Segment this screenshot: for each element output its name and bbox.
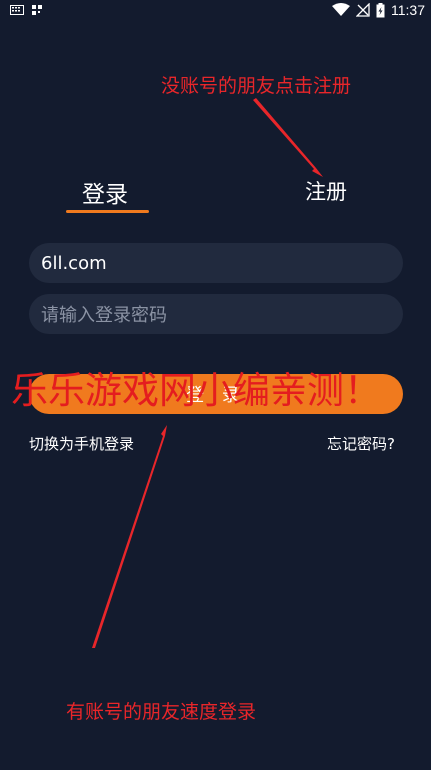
password-input[interactable]: 请输入登录密码 (29, 294, 403, 334)
annotation-register-hint: 没账号的朋友点击注册 (161, 75, 352, 97)
status-time: 11:37 (391, 2, 425, 18)
keyboard-icon (10, 5, 24, 15)
tab-register[interactable]: 注册 (305, 176, 347, 206)
forgot-password-link[interactable]: 忘记密码? (327, 433, 395, 454)
no-signal-icon (356, 3, 370, 17)
qr-icon (32, 5, 42, 15)
status-left (10, 5, 42, 15)
wifi-icon (332, 3, 350, 16)
status-right: 11:37 (332, 2, 425, 18)
annotation-login-hint: 有账号的朋友速度登录 (66, 701, 257, 723)
watermark-text: 乐乐游戏网小编亲测！ (11, 369, 381, 412)
switch-phone-login-link[interactable]: 切换为手机登录 (29, 433, 134, 454)
arrow-to-register (253, 98, 323, 177)
arrow-to-login (92, 425, 167, 648)
account-input[interactable]: 6ll.com (29, 243, 403, 283)
account-input-value: 6ll.com (41, 252, 107, 274)
tab-login[interactable]: 登录 (82, 175, 128, 209)
status-bar: 11:37 (0, 0, 431, 24)
battery-icon (376, 2, 385, 17)
password-input-placeholder: 请输入登录密码 (41, 305, 167, 326)
tab-login-underline (66, 210, 149, 213)
